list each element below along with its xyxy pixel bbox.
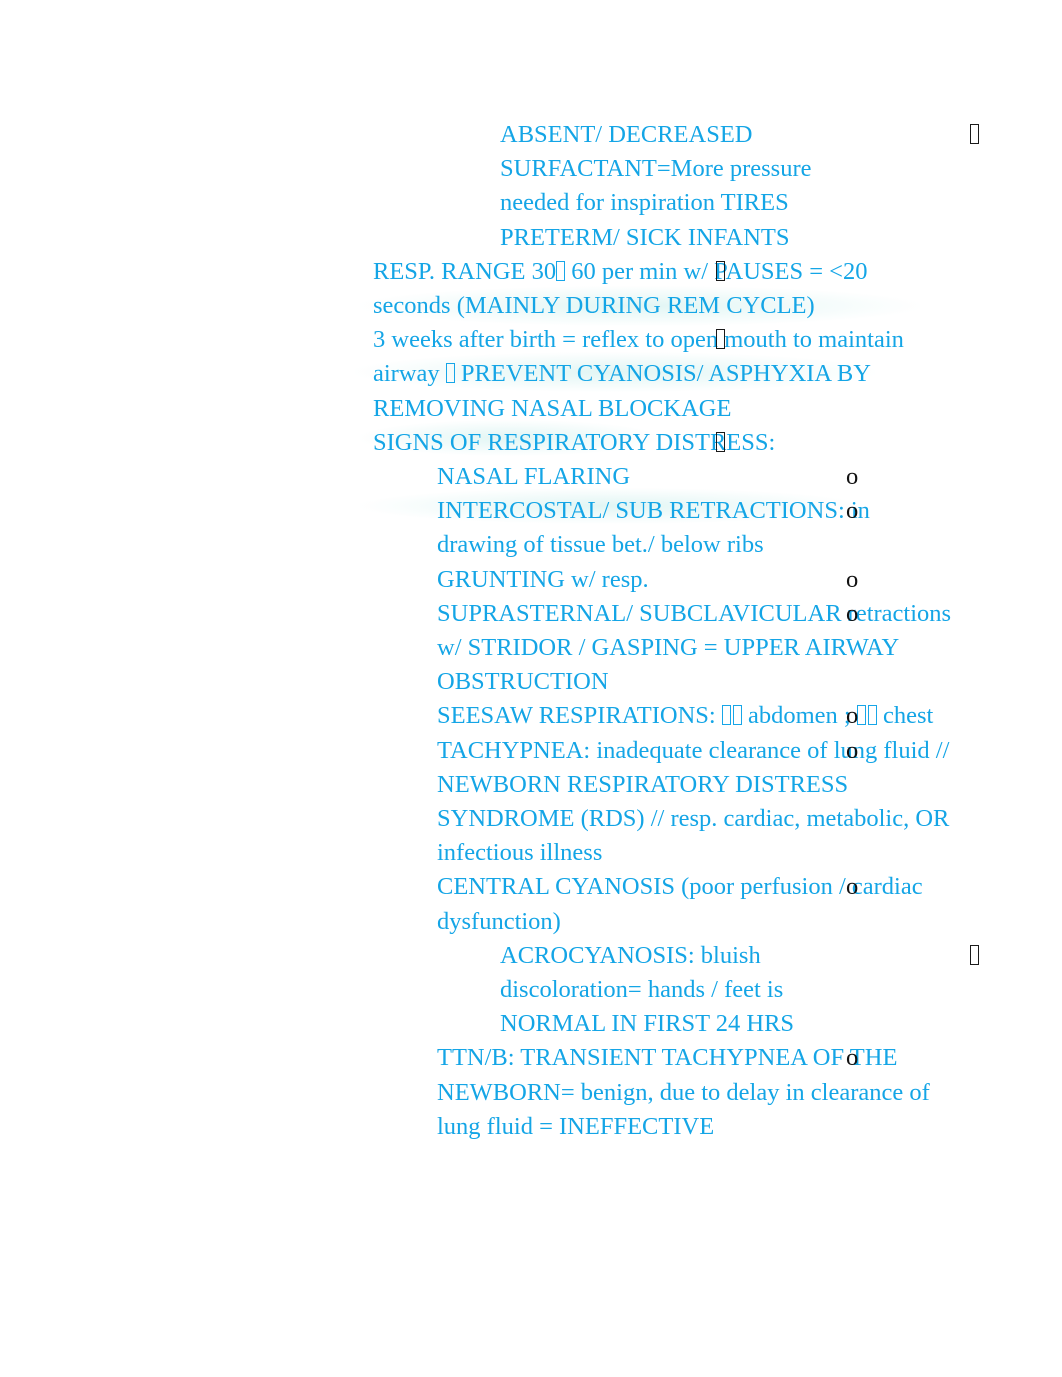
inline-missing-glyph-pair-icon	[856, 702, 877, 729]
list-item-text: TACHYPNEA: inadequate clearance of lung …	[437, 736, 950, 867]
list-item: o TTN/B: TRANSIENT TACHYPNEA OF THE NEWB…	[437, 1041, 952, 1144]
o-bullet-icon: o	[846, 565, 859, 593]
list-item-text: NASAL FLARING	[437, 463, 631, 491]
list-item: o SEESAW RESPIRATIONS: abdomen ; chest	[437, 699, 952, 733]
list-item: o INTERCOSTAL/ SUB RETRACTIONS: in drawi…	[437, 494, 952, 562]
list-item-text: GRUNTING w/ resp.	[437, 565, 649, 593]
list-item: RESP. RANGE 30 60 per min w/ PAUSES = <2…	[373, 255, 942, 323]
wingding-bullet-icon	[716, 426, 725, 460]
wingding-bullet-icon	[970, 939, 979, 973]
list-item: o CENTRAL CYANOSIS (poor perfusion / car…	[437, 870, 952, 938]
o-bullet-icon: o	[846, 873, 859, 901]
list-item: ABSENT/ DECREASED SURFACTANT=More pressu…	[500, 118, 979, 255]
list-item-text-before: RESP. RANGE 30	[373, 257, 557, 285]
o-bullet-icon: o	[846, 599, 859, 627]
list-item-text: ACROCYANOSIS: bluish discoloration= hand…	[500, 941, 795, 1038]
list-item: ACROCYANOSIS: bluish discoloration= hand…	[500, 939, 979, 1042]
list-item-text: INTERCOSTAL/ SUB RETRACTIONS: in drawing…	[437, 497, 870, 559]
document-content: ABSENT/ DECREASED SURFACTANT=More pressu…	[0, 118, 1062, 1144]
list-item-text: SIGNS OF RESPIRATORY DISTRESS:	[373, 428, 776, 456]
list-item: o GRUNTING w/ resp.	[437, 563, 952, 597]
list-item: 3 weeks after birth = reflex to open mou…	[373, 323, 942, 426]
wingding-bullet-icon	[716, 255, 725, 289]
list-item-text-before: SEESAW RESPIRATIONS:	[437, 702, 722, 730]
inline-missing-glyph-icon	[445, 363, 455, 384]
list-item: SIGNS OF RESPIRATORY DISTRESS:	[373, 426, 942, 460]
list-item-text: ABSENT/ DECREASED SURFACTANT=More pressu…	[500, 121, 812, 251]
list-item-text-middle: abdomen ;	[741, 702, 857, 730]
o-bullet-icon: o	[846, 1044, 859, 1072]
o-bullet-icon: o	[846, 497, 859, 525]
list-item-text-after: chest	[876, 702, 934, 730]
list-item: o NASAL FLARING	[437, 460, 952, 494]
wingding-bullet-icon	[970, 118, 979, 152]
wingding-bullet-icon	[716, 323, 725, 357]
document-page: ABSENT/ DECREASED SURFACTANT=More pressu…	[0, 0, 1062, 1377]
inline-missing-glyph-pair-icon	[721, 702, 742, 729]
inline-missing-glyph-icon	[556, 260, 566, 281]
list-item: o SUPRASTERNAL/ SUBCLAVICULAR retraction…	[437, 597, 952, 700]
o-bullet-icon: o	[846, 736, 859, 764]
o-bullet-icon: o	[846, 463, 859, 491]
o-bullet-icon: o	[846, 702, 859, 730]
list-item-text: SUPRASTERNAL/ SUBCLAVICULAR retractions …	[437, 599, 952, 696]
list-item: o TACHYPNEA: inadequate clearance of lun…	[437, 734, 952, 871]
